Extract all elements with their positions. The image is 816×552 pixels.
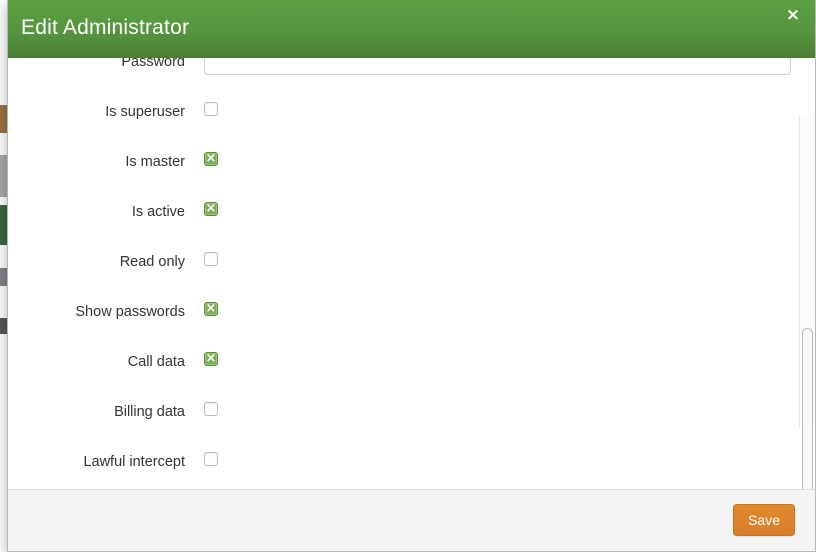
modal-body: Password Is superuser Is master Is active Re… [8, 58, 815, 489]
form-label: Lawful intercept [83, 454, 185, 470]
backdrop-strip [0, 205, 7, 245]
form-row: Is active [8, 188, 797, 238]
form-label: Read only [119, 254, 185, 270]
form-control-cell [204, 200, 218, 218]
backdrop-strip [0, 318, 7, 334]
form-label: Is master [125, 154, 185, 170]
form-control-cell [204, 250, 218, 268]
form-row: Password [8, 58, 797, 88]
checkbox-show-passwords[interactable] [204, 301, 218, 316]
form-row: Lawful intercept [8, 438, 797, 488]
modal-footer: Save [8, 489, 815, 551]
backdrop-strip [0, 105, 7, 133]
form-label: Is superuser [105, 104, 185, 120]
form-control-cell [204, 350, 218, 368]
form-control-cell [204, 150, 218, 168]
form-row: Read only [8, 238, 797, 288]
form-label: Password [121, 58, 185, 70]
form-label: Billing data [114, 404, 185, 420]
save-button[interactable]: Save [733, 504, 795, 536]
form-label: Is active [131, 204, 185, 220]
edit-administrator-modal: Edit Administrator × Password Is superuse… [7, 0, 816, 552]
scrollbar-thumb[interactable] [802, 328, 813, 489]
password-field[interactable] [204, 58, 791, 75]
form-row: Billing data [8, 388, 797, 438]
vertical-scrollbar[interactable] [799, 116, 815, 489]
page-title: Edit Administrator [21, 16, 190, 39]
modal-header: Edit Administrator × [8, 0, 815, 58]
backdrop-strip [0, 268, 7, 286]
checkbox-read-only[interactable] [204, 251, 218, 266]
checkbox-billing-data[interactable] [204, 401, 218, 416]
form-label: Call data [127, 354, 185, 370]
form-control-cell [204, 300, 218, 318]
form-control-cell [204, 100, 218, 118]
form-control-cell [204, 400, 218, 418]
checkbox-is-superuser[interactable] [204, 101, 218, 116]
checkbox-is-master[interactable] [204, 151, 218, 166]
form-label: Show passwords [75, 304, 185, 320]
form-row: Is superuser [8, 88, 797, 138]
close-icon[interactable]: × [784, 6, 802, 24]
form-field-list: Password Is superuser Is master Is active Re… [8, 58, 797, 488]
form-control-cell [204, 450, 218, 468]
form-row: Call data [8, 338, 797, 388]
backdrop-strip [0, 155, 7, 197]
checkbox-is-active[interactable] [204, 201, 218, 216]
form-row: Show passwords [8, 288, 797, 338]
checkbox-call-data[interactable] [204, 351, 218, 366]
checkbox-lawful-intercept[interactable] [204, 451, 218, 466]
form-row: Is master [8, 138, 797, 188]
